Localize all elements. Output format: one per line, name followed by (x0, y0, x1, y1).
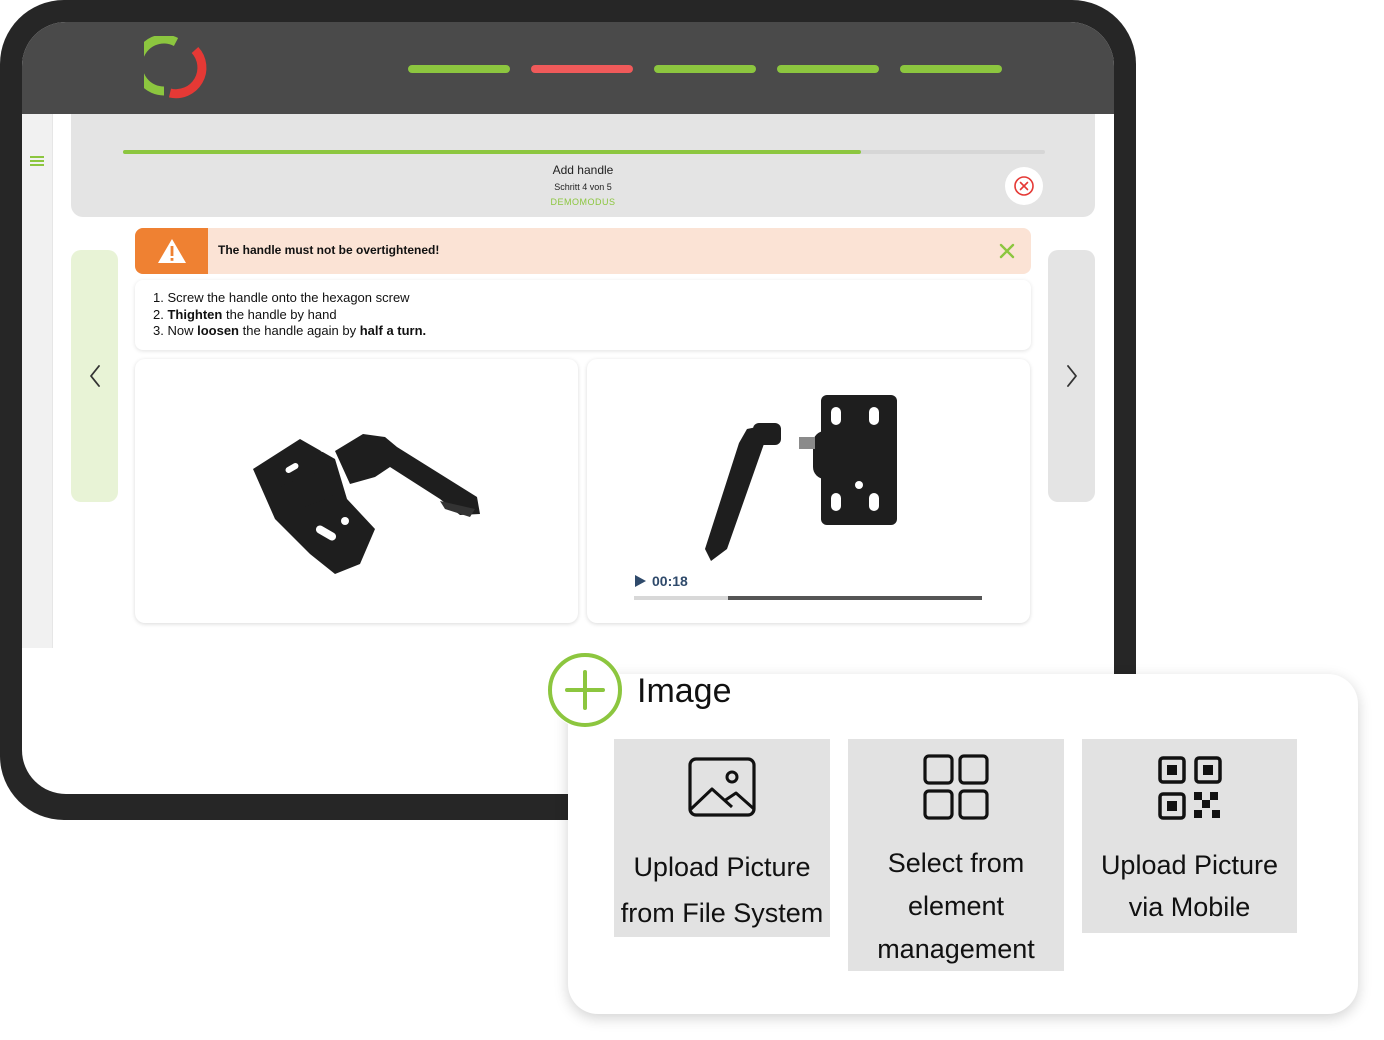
play-icon[interactable] (634, 575, 646, 587)
instruction-number: 1. (153, 290, 168, 305)
warning-text: The handle must not be overtightened! (218, 243, 440, 257)
app-logo[interactable] (144, 36, 208, 100)
warning-banner: The handle must not be overtightened! (135, 228, 1031, 274)
chevron-right-icon (1066, 365, 1077, 387)
upload-from-file-system-option[interactable]: Upload Picture from File System (614, 739, 830, 937)
warning-triangle-icon (135, 228, 208, 274)
option-label-line1: Select from (887, 848, 1025, 878)
video-progress-fill (727, 596, 982, 600)
sidebar (22, 114, 53, 648)
nav-item-4[interactable] (777, 65, 879, 73)
video-timestamp[interactable]: 00:18 (634, 573, 688, 589)
option-label-line1: Upload Picture (1100, 850, 1279, 880)
nav-item-5[interactable] (900, 65, 1002, 73)
chevron-left-icon (89, 365, 100, 387)
nav-item-1[interactable] (408, 65, 510, 73)
instruction-text: the handle again by (239, 323, 360, 338)
step-progress-fill (123, 150, 861, 154)
handle-disassembled-video (705, 395, 897, 561)
image-card[interactable] (135, 359, 578, 623)
add-image-popup: Upload Picture from File System Select f… (568, 674, 1358, 1014)
step-title: Add handle (552, 163, 614, 177)
step-count: Schritt 4 von 5 (554, 182, 612, 192)
hamburger-icon[interactable] (30, 156, 44, 166)
grid-icon (923, 754, 989, 820)
previous-step-button[interactable] (71, 250, 118, 502)
option-label-line2: from File System (620, 898, 824, 928)
option-label-line3: management (877, 934, 1035, 964)
instruction-items: 1. Screw the handle onto the hexagon scr… (153, 290, 426, 340)
top-navigation-bar (22, 22, 1114, 114)
plus-circle-icon[interactable] (547, 652, 623, 728)
instruction-text: the handle by hand (222, 306, 337, 322)
instruction-list: 1. Screw the handle onto the hexagon scr… (135, 280, 1031, 350)
step-header: Add handle Schritt 4 von 5 DEMOMODUS (71, 114, 1095, 217)
instruction-item: 1. Screw the handle onto the hexagon scr… (153, 290, 426, 307)
video-time-label: 00:18 (652, 573, 688, 589)
instruction-number: 3. (153, 323, 168, 338)
close-button[interactable] (1005, 167, 1043, 205)
qr-code-icon (1157, 756, 1222, 820)
instruction-text: Thighten (167, 306, 223, 322)
instruction-text: Now (167, 323, 198, 338)
option-label-line2: element (907, 891, 1005, 921)
option-label-line2: via Mobile (1128, 892, 1251, 922)
instruction-item: 2. Thighten the handle by hand (153, 307, 426, 324)
step-progress-bar (123, 150, 1045, 154)
nav-item-2-active[interactable] (531, 65, 633, 73)
video-progress-bar[interactable] (634, 596, 982, 600)
option-label-line1: Upload Picture (633, 852, 811, 882)
next-step-button[interactable] (1048, 250, 1095, 502)
upload-via-mobile-option[interactable]: Upload Picture via Mobile (1082, 739, 1297, 933)
popup-title: Image (637, 672, 732, 710)
demo-mode-label: DEMOMODUS (550, 197, 616, 207)
instruction-text: loosen (197, 323, 239, 338)
video-card[interactable]: 00:18 (587, 359, 1030, 623)
close-circle-icon (1014, 176, 1034, 196)
instruction-number: 2. (153, 306, 168, 322)
instruction-text: half a turn. (359, 323, 427, 338)
select-from-element-management-option[interactable]: Select from element management (848, 739, 1064, 971)
instruction-item: 3. Now loosen the handle again by half a… (153, 323, 426, 340)
image-icon (688, 757, 756, 817)
close-x-icon[interactable] (998, 242, 1016, 260)
instruction-text: Screw the handle onto the hexagon screw (167, 290, 410, 305)
nav-item-3[interactable] (654, 65, 756, 73)
handle-assembled-image (253, 434, 480, 574)
